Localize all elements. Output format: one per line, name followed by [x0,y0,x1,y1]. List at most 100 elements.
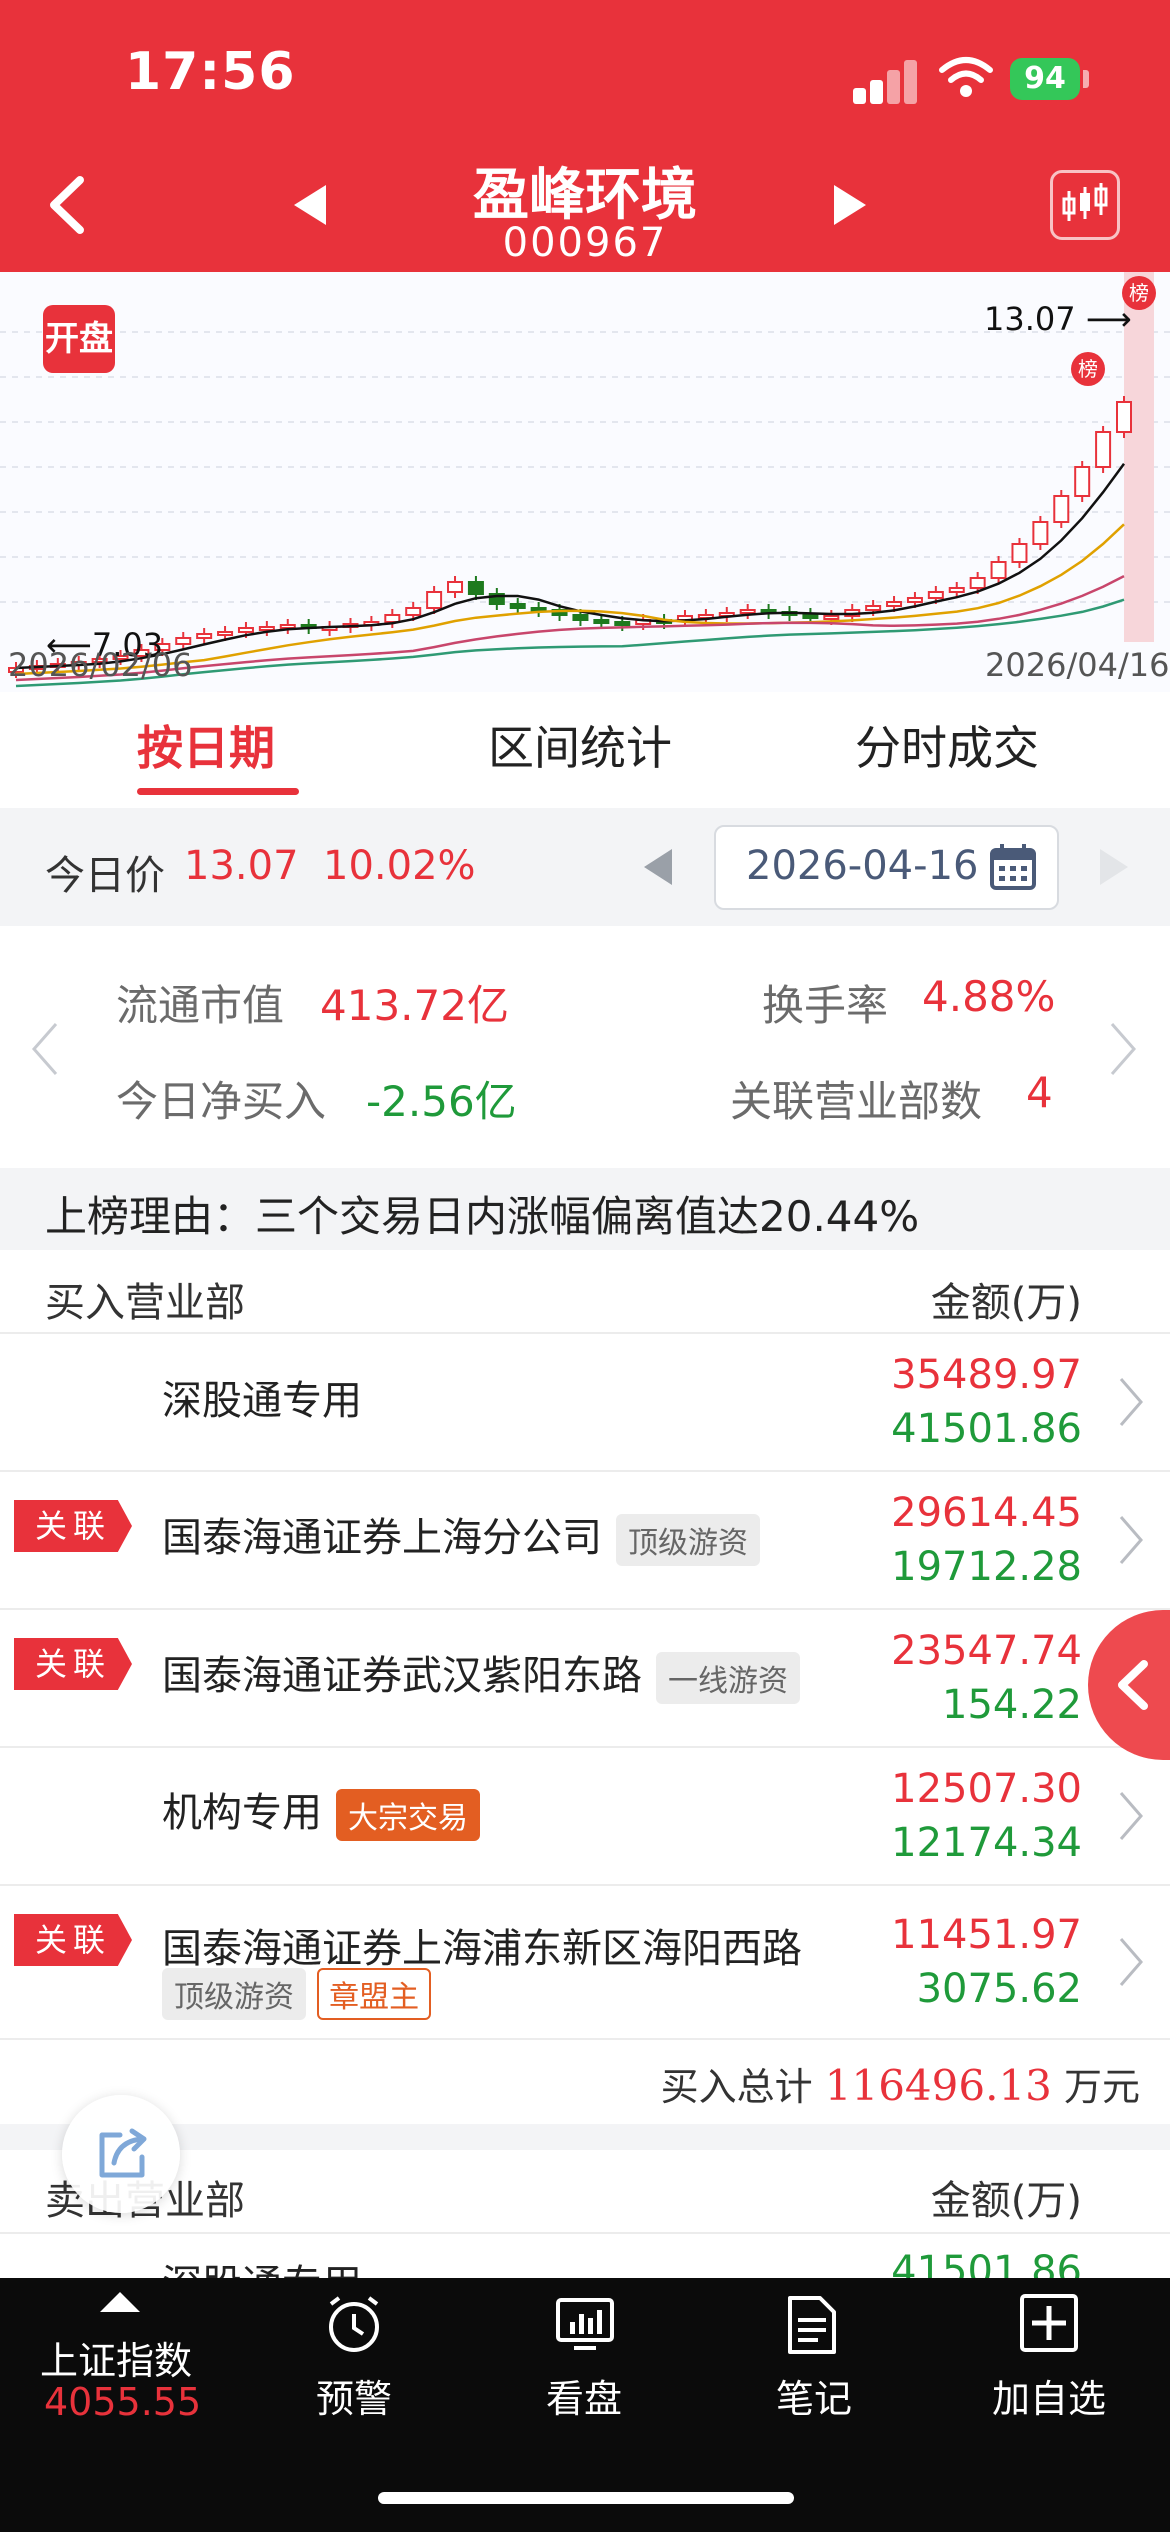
expand-up-icon[interactable] [98,2290,142,2314]
buy-total: 买入总计 116496.13 万元 [661,2056,1140,2111]
rank-badge-top[interactable]: 榜 [1122,276,1156,310]
seat-name: 国泰海通证券武汉紫阳东路 [162,1653,642,1699]
date-picker[interactable]: 2026-04-16 [714,825,1059,910]
buy-header-left: 买入营业部 [45,1280,245,1326]
status-time: 17:56 [125,42,296,102]
alarm-clock-icon[interactable] [323,2294,385,2356]
top-header: 17:56 94 盈峰环境 000967 [0,0,1170,272]
candle [948,587,965,593]
divider [0,1884,1170,1886]
tab-by-date[interactable]: 按日期 [137,712,275,778]
candle [237,627,254,633]
sell-amount: 154.22 [942,1682,1082,1728]
sell-amount: 19712.28 [891,1544,1082,1590]
turnover-label: 换手率 [762,981,889,1030]
seat-name-row[interactable]: 机构专用 大宗交易 [162,1780,480,1841]
today-price-label: 今日价 [45,853,165,899]
index-name[interactable]: 上证指数 [40,2330,192,2385]
chevron-right-icon[interactable] [1118,1790,1144,1842]
active-tab-underline [137,788,299,795]
share-icon [99,2128,147,2178]
chart-start-date: 2026/02/06 [8,646,193,684]
sell-amount: 3075.62 [916,1966,1082,2012]
dept-count-label: 关联营业部数 [730,1077,983,1126]
seat-name: 机构专用 [162,1790,322,1836]
candle [279,624,296,629]
chevron-right-icon[interactable] [1118,1514,1144,1566]
plus-square-icon[interactable] [1018,2292,1080,2354]
seat-name-row[interactable]: 国泰海通证券上海分公司 顶级游资 [162,1505,760,1566]
seat-name[interactable]: 深股通专用 [162,1368,362,1426]
candle [175,637,192,645]
turnover-value: 4.88% [922,972,1056,1021]
candle [405,607,422,616]
candle [1053,495,1070,523]
calendar-icon [990,844,1036,890]
candle [886,601,903,607]
candle [1032,521,1049,545]
tab-intraday-trades[interactable]: 分时成交 [855,712,1039,778]
seat-label: 大宗交易 [336,1789,480,1841]
seat-label: 一线游资 [656,1652,800,1704]
candle [258,626,275,631]
stock-code: 000967 [502,220,668,266]
side-collapse-button[interactable] [1088,1610,1170,1760]
next-arrow-icon[interactable] [830,183,870,227]
next-date-icon[interactable] [1096,847,1132,887]
chevron-left-icon [1118,1660,1148,1710]
candle [384,614,401,623]
kline-icon [1062,183,1108,221]
listing-reason: 上榜理由：三个交易日内涨幅偏离值达20.44% [45,1192,920,1241]
cellular-signal-icon [853,60,919,104]
candle [739,609,756,614]
open-badge[interactable]: 开盘 [43,305,115,373]
nav-notes[interactable]: 笔记 [768,2368,860,2423]
nav-alert[interactable]: 预警 [308,2368,400,2423]
seat-name[interactable]: 国泰海通证券上海浦东新区海阳西路 [162,1916,802,1974]
chevron-right-icon[interactable] [1118,1936,1144,1988]
battery-indicator: 94 [1010,58,1080,100]
seat-labels: 顶级游资 章盟主 [162,1968,432,2020]
buy-total-label: 买入总计 [660,2065,813,2109]
sell-amount: 12174.34 [891,1820,1082,1866]
dept-count-value: 4 [1026,1068,1053,1117]
candle [217,631,234,636]
battery-tip [1083,70,1089,88]
stats-next-icon[interactable] [1108,1020,1138,1078]
related-tag: 关联 [14,1500,132,1552]
note-icon[interactable] [784,2294,840,2356]
candle [1095,431,1112,468]
stock-name: 盈峰环境 [473,163,697,228]
candle [572,614,589,621]
divider [0,1746,1170,1748]
candle [593,619,610,624]
tab-range-stats[interactable]: 区间统计 [488,712,672,778]
candle [196,633,213,639]
divider [0,2232,1170,2234]
seat-name-row[interactable]: 国泰海通证券武汉紫阳东路 一线游资 [162,1643,800,1704]
net-buy-label: 今日净买入 [116,1077,327,1126]
today-price: 13.07 [184,843,299,889]
related-tag: 关联 [14,1638,132,1690]
buy-header-right: 金额(万) [930,1280,1082,1326]
buy-total-unit: 万元 [1063,2065,1140,2109]
date-value: 2026-04-16 [746,843,979,889]
rank-badge[interactable]: 榜 [1071,352,1105,386]
kline-button[interactable] [1050,170,1120,240]
candle [927,591,944,599]
nav-add-watchlist[interactable]: 加自选 [986,2368,1112,2423]
stats-prev-icon[interactable] [30,1020,60,1078]
chevron-right-icon[interactable] [1118,1376,1144,1428]
monitor-icon[interactable] [554,2294,616,2356]
share-button[interactable] [62,2095,180,2213]
divider [0,1332,1170,1334]
nav-watch[interactable]: 看盘 [538,2368,630,2423]
candle [990,561,1007,579]
candle [823,615,840,620]
sell-amount: 41501.86 [891,1406,1082,1452]
seat-label-2: 章盟主 [317,1968,432,2020]
prev-date-icon[interactable] [640,847,676,887]
buy-amount: 12507.30 [891,1766,1082,1812]
seat-name: 国泰海通证券上海分公司 [162,1515,602,1561]
candle [426,591,443,609]
